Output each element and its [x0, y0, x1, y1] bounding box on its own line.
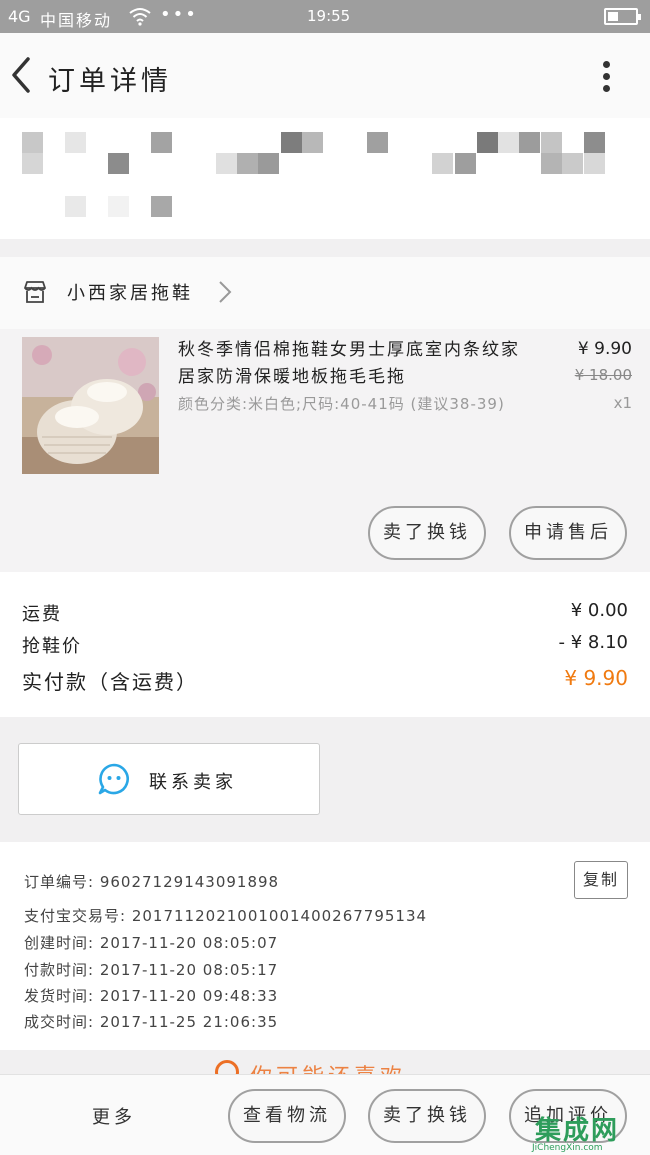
paid-time: 2017-11-20 08:05:17 — [99, 961, 279, 979]
shipping-label: 运费 — [22, 604, 62, 625]
completed-time: 2017-11-25 21:06:35 — [99, 1013, 279, 1031]
product-quantity: x1 — [613, 394, 632, 412]
created-row: 创建时间: 2017-11-20 08:05:07 — [24, 932, 278, 953]
product-price: ¥ 9.90 — [577, 339, 632, 359]
order-totals: 运费 ¥ 0.00 抢鞋价 - ¥ 8.10 实付款（含运费） ¥ 9.90 — [0, 572, 650, 717]
signal-indicator: 4G — [8, 7, 31, 26]
store-icon — [24, 281, 46, 303]
completed-row: 成交时间: 2017-11-25 21:06:35 — [24, 1011, 278, 1032]
shipped-label: 发货时间: — [24, 987, 95, 1005]
contact-seller-button[interactable]: 联系卖家 — [18, 743, 320, 815]
paid-time-label: 付款时间: — [24, 961, 95, 979]
heart-icon — [215, 1060, 239, 1074]
discount-label: 抢鞋价 — [22, 636, 82, 657]
order-item: 秋冬季情侣棉拖鞋女男士厚底室内条纹家居家防滑保暖地板拖毛毛拖 颜色分类:米白色;… — [0, 329, 650, 572]
app-header: 订单详情 — [0, 33, 650, 118]
discount-row: 抢鞋价 - ¥ 8.10 — [22, 632, 628, 658]
discount-value: - ¥ 8.10 — [558, 632, 628, 653]
more-options-button[interactable] — [594, 57, 618, 97]
more-actions-button[interactable]: 更多 — [92, 1103, 136, 1129]
watermark-logo: 集成网 — [535, 1116, 620, 1146]
shipping-value: ¥ 0.00 — [570, 600, 628, 621]
order-number-label: 订单编号: — [24, 873, 95, 891]
status-bar: 4G 中国移动 ••• 19:55 — [0, 0, 650, 33]
site-watermark: 集成网 JiChengXin.com — [530, 1105, 650, 1155]
chat-bubble-icon — [98, 763, 129, 795]
alipay-number: 2017112021001001400267795134 — [131, 907, 428, 925]
completed-label: 成交时间: — [24, 1013, 95, 1031]
created-time: 2017-11-20 08:05:07 — [99, 934, 279, 952]
dot-icon — [602, 85, 610, 92]
recommendation-title: 你可能还喜欢 — [250, 1059, 406, 1074]
order-number-row: 订单编号: 96027129143091898 — [24, 871, 279, 892]
wifi-icon — [128, 6, 152, 30]
chevron-right-icon — [219, 281, 232, 303]
paid-time-row: 付款时间: 2017-11-20 08:05:17 — [24, 959, 278, 980]
order-number: 96027129143091898 — [99, 873, 280, 891]
shipping-address-redacted — [0, 118, 650, 239]
product-title[interactable]: 秋冬季情侣棉拖鞋女男士厚底室内条纹家居家防滑保暖地板拖毛毛拖 — [178, 337, 538, 391]
back-button[interactable] — [8, 53, 38, 97]
request-after-sales-button[interactable]: 申请售后 — [509, 506, 627, 560]
carrier-name: 中国移动 — [40, 11, 113, 30]
battery-icon — [604, 8, 641, 25]
sell-item-bottom-button[interactable]: 卖了换钱 — [368, 1089, 486, 1143]
paid-label: 实付款（含运费） — [22, 670, 198, 694]
alipay-row: 支付宝交易号: 2017112021001001400267795134 — [24, 905, 427, 926]
shop-name: 小西家居拖鞋 — [67, 283, 193, 304]
recommendation-header-peek: 你可能还喜欢 — [0, 1050, 650, 1074]
sell-item-button[interactable]: 卖了换钱 — [368, 506, 486, 560]
shop-link[interactable]: 小西家居拖鞋 — [0, 257, 650, 329]
dot-icon — [602, 73, 610, 80]
chevron-left-icon — [12, 57, 30, 93]
alipay-label: 支付宝交易号: — [24, 907, 127, 925]
view-logistics-button[interactable]: 查看物流 — [228, 1089, 346, 1143]
shipped-time: 2017-11-20 09:48:33 — [99, 987, 279, 1005]
slipper-image — [22, 337, 159, 474]
paid-row: 实付款（含运费） ¥ 9.90 — [22, 666, 628, 695]
copy-order-number-button[interactable]: 复制 — [574, 861, 628, 899]
page-title: 订单详情 — [48, 66, 172, 97]
dot-icon — [602, 61, 610, 68]
created-label: 创建时间: — [24, 934, 95, 952]
shipping-row: 运费 ¥ 0.00 — [22, 600, 628, 626]
shipped-row: 发货时间: 2017-11-20 09:48:33 — [24, 985, 278, 1006]
product-spec: 颜色分类:米白色;尺码:40-41码 (建议38-39) — [178, 395, 505, 413]
paid-value: ¥ 9.90 — [564, 666, 628, 690]
contact-seller-label: 联系卖家 — [149, 772, 237, 793]
original-price: ¥ 18.00 — [574, 366, 632, 384]
clock: 19:55 — [307, 7, 351, 25]
more-status-icon: ••• — [160, 4, 198, 25]
order-info: 订单编号: 96027129143091898 复制 支付宝交易号: 20171… — [0, 842, 650, 1050]
product-thumbnail[interactable] — [22, 337, 159, 474]
watermark-url: JiChengXin.com — [532, 1143, 603, 1153]
